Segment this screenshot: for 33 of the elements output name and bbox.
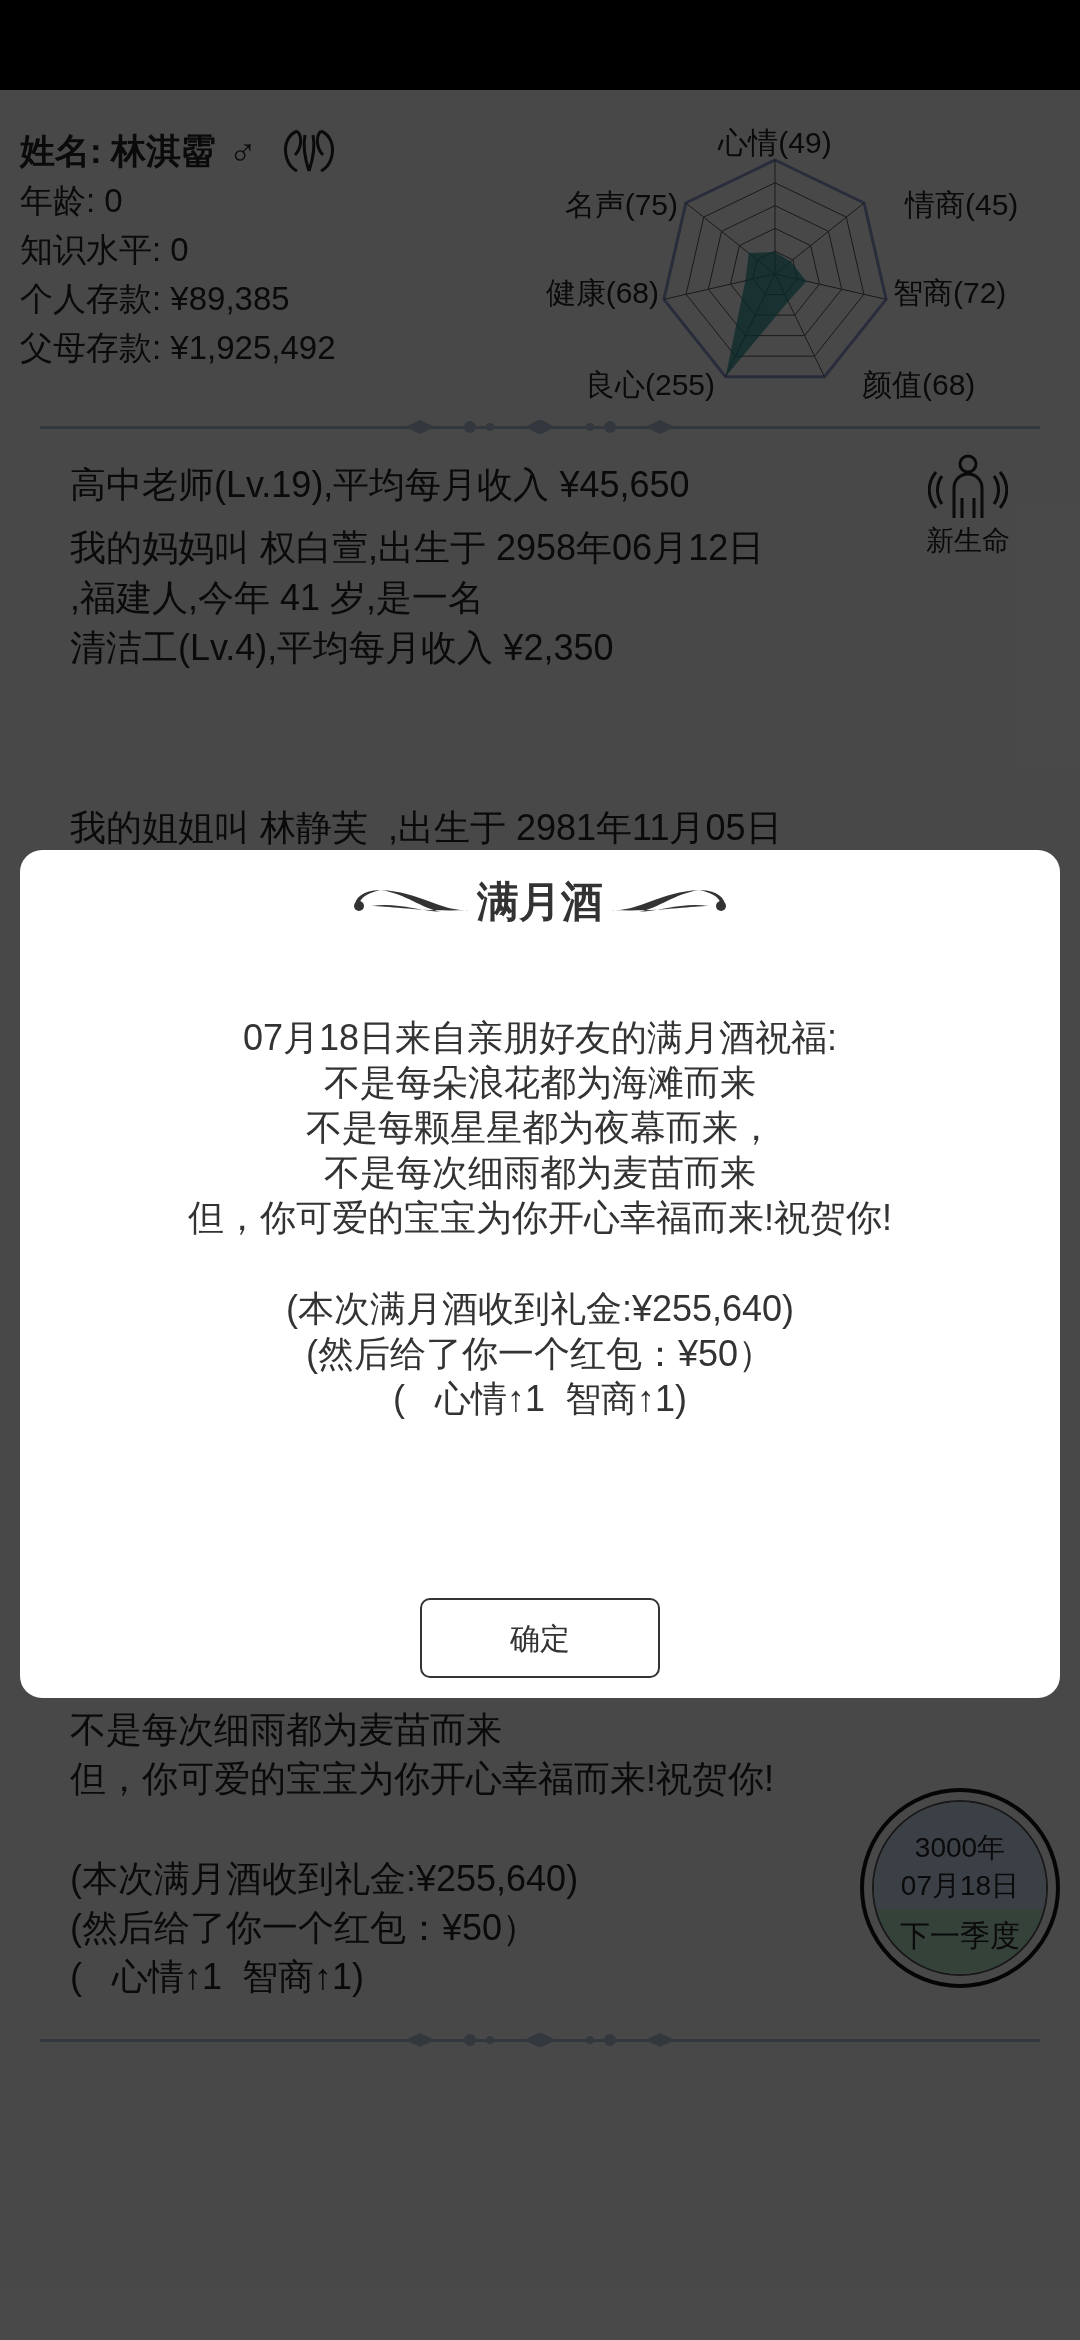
stat-label: 情商(45) — [905, 187, 1019, 223]
story-line: 但，你可爱的宝宝为你开心幸福而来!祝贺你! — [70, 1757, 774, 1801]
dialog-title: 满月酒 — [477, 877, 603, 927]
profile-line: 父母存款: ¥1,925,492 — [20, 328, 336, 368]
dialog-line: 不是每颗星星都为夜幕而来， — [306, 1106, 774, 1150]
dialog-line: 不是每次细雨都为麦苗而来 — [324, 1151, 756, 1195]
stat-label: 心情(49) — [718, 125, 832, 161]
dialog-line: (本次满月酒收到礼金:¥255,640) — [285, 1287, 795, 1331]
story-line: 我的妈妈叫 权白萱,出生于 2958年06月12日 — [70, 526, 765, 570]
story-line: ,福建人,今年 41 岁,是一名 — [70, 576, 485, 620]
story-line: 不是每次细雨都为麦苗而来 — [70, 1708, 502, 1752]
dialog-line: 不是每朵浪花都为海滩而来 — [324, 1061, 756, 1105]
profile-line: 知识水平: 0 — [20, 230, 189, 270]
name-label: 姓名: 林淇霤 — [20, 129, 217, 172]
stat-label: 健康(68) — [545, 275, 659, 311]
story-line: 我的姐姐叫 林静芙 ,出生于 2981年11月05日 — [70, 806, 782, 850]
story-line: 高中老师(Lv.19),平均每月收入 ¥45,650 — [70, 463, 690, 507]
profile-line: 个人存款: ¥89,385 — [20, 279, 290, 319]
story-line: (然后给了你一个红包：¥50） — [70, 1906, 539, 1950]
dialog-line: (然后给了你一个红包：¥50） — [305, 1332, 774, 1376]
dialog-line: 07月18日来自亲朋好友的满月酒祝福: — [242, 1016, 838, 1060]
stat-label: 智商(72) — [893, 275, 1007, 311]
dialog-line: ( 心情↑1 智商↑1) — [392, 1377, 687, 1421]
story-line: (本次满月酒收到礼金:¥255,640) — [70, 1857, 579, 1901]
profile-line: 年龄: 0 — [20, 181, 123, 221]
dialog-line: 但，你可爱的宝宝为你开心幸福而来!祝贺你! — [188, 1196, 892, 1240]
confirm-button[interactable]: 确定 — [420, 1598, 660, 1678]
stat-label: 颜值(68) — [862, 367, 976, 403]
story-line: ( 心情↑1 智商↑1) — [70, 1955, 365, 1999]
stat-label: 良心(255) — [584, 367, 715, 403]
gender-symbol: ♂ — [228, 128, 257, 174]
story-line: 清洁工(Lv.4),平均每月收入 ¥2,350 — [70, 626, 614, 670]
stat-label: 名声(75) — [564, 187, 678, 223]
